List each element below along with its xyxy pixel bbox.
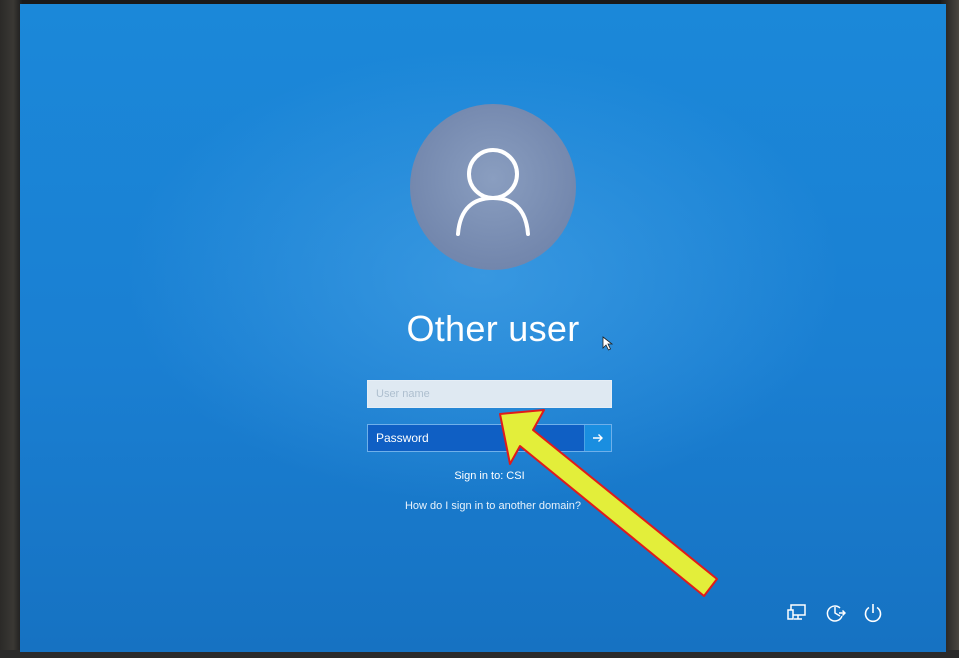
monitor-bezel-left [0,0,22,658]
annotation-arrow [499,409,718,597]
lock-screen: Other user Sign in to: CSI How do I sign… [20,4,946,652]
annotation-arrow-shape [499,409,718,597]
